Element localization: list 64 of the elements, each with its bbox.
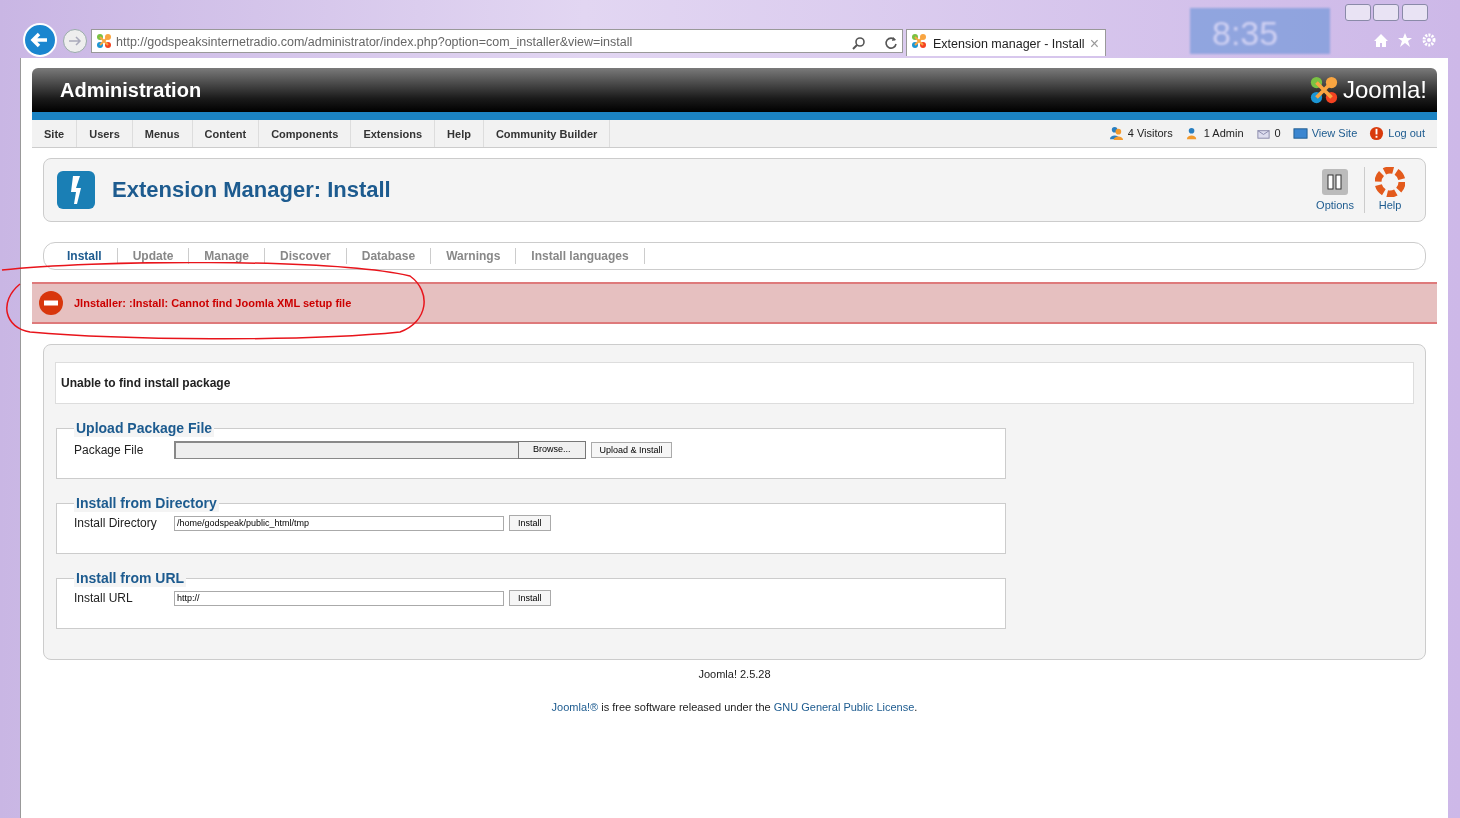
joomla-logo-icon (1308, 75, 1339, 105)
error-text: JInstaller: :Install: Cannot find Joomla XML setup file (74, 295, 352, 311)
submenu-tab[interactable]: Manage (189, 248, 266, 264)
status-link[interactable]: Log out (1388, 125, 1425, 142)
error-icon (38, 290, 64, 316)
field-label: Install Directory (74, 515, 158, 532)
desktop-clock: 8:35 (1190, 8, 1330, 54)
fieldset-legend: Install from URL (74, 569, 187, 587)
field-label: Install URL (74, 590, 134, 607)
joomla-logo-icon (96, 33, 112, 49)
notice-message: Unable to find install package (55, 362, 1414, 404)
switches-icon (1320, 166, 1351, 197)
back-button[interactable] (23, 23, 57, 57)
maximize-button[interactable] (1373, 4, 1399, 21)
menu-item[interactable]: Menus (132, 120, 193, 147)
version-text: Joomla! 2.5.28 (697, 667, 772, 682)
header-title: Administration (60, 78, 202, 102)
options-button[interactable]: Options (1306, 166, 1364, 214)
file-input-field[interactable] (174, 441, 519, 459)
help-button[interactable]: Help (1364, 166, 1415, 214)
license-notice: Joomla!® is free software released under the GNU General Public License. (550, 699, 919, 715)
menu-item[interactable]: Users (77, 120, 133, 147)
text-input-field[interactable]: /home/godspeak/public_html/tmp (174, 515, 504, 531)
submenu-tab[interactable]: Discover (265, 248, 347, 264)
status-text: 0 (1274, 126, 1281, 142)
monitor-icon (1292, 126, 1308, 141)
joomla-logo-icon (911, 33, 927, 49)
settings-icon[interactable] (1421, 32, 1437, 48)
menu-item[interactable]: Extensions (351, 120, 436, 147)
submenu-tab[interactable]: Update (117, 248, 190, 264)
fieldset-legend: Install from Directory (74, 494, 219, 512)
logo-text: Joomla! (1342, 75, 1427, 105)
submenu-tab[interactable]: Database (346, 248, 432, 264)
field-label: Package File (74, 442, 145, 459)
text-input-field[interactable]: http:// (174, 590, 504, 606)
install-button[interactable]: Upload & Install (590, 442, 672, 458)
forward-button[interactable] (63, 29, 87, 53)
status-text: 4 Visitors (1127, 126, 1173, 142)
status-link[interactable]: View Site (1311, 125, 1358, 142)
menu-item[interactable]: Community Builder (483, 120, 611, 147)
fieldset-legend: Upload Package File (74, 419, 215, 437)
menu-item[interactable]: Help (435, 120, 484, 147)
install-button[interactable]: Install (509, 515, 551, 531)
status-text: 1 Admin (1203, 126, 1244, 142)
star-icon[interactable] (1397, 32, 1413, 48)
lightning-icon (56, 170, 96, 210)
install-button[interactable]: Install (509, 590, 551, 606)
tab-title: Extension manager - Install (933, 37, 1085, 51)
close-button[interactable] (1402, 4, 1428, 21)
page-title: Extension Manager: Install (112, 176, 391, 204)
menu-item[interactable]: Components (259, 120, 352, 147)
alert-icon (1369, 126, 1385, 141)
browser-tab[interactable]: Extension manager - Install × (906, 29, 1106, 56)
home-icon[interactable] (1373, 32, 1389, 48)
lifebuoy-icon (1375, 166, 1405, 197)
users-icon (1108, 126, 1124, 141)
minimize-button[interactable] (1345, 4, 1371, 21)
submenu-tab[interactable]: Install languages (516, 248, 645, 264)
browse-button[interactable]: Browse... (518, 441, 586, 459)
menu-item[interactable]: Content (192, 120, 260, 147)
joomla-link[interactable]: Joomla!® (551, 700, 599, 713)
address-bar[interactable]: http://godspeaksinternetradio.com/administrator/index.php?option=com_installer&view=install (91, 29, 903, 53)
menu-item[interactable]: Site (32, 120, 78, 147)
submenu-tab[interactable]: Warnings (431, 248, 517, 264)
